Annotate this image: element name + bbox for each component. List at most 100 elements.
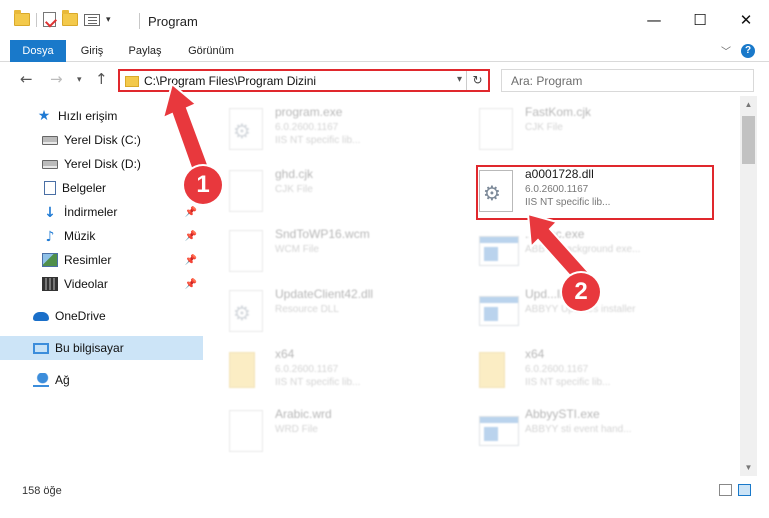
pin-icon[interactable]: 📌 [185,207,197,218]
folder-icon [125,76,139,87]
exe-window-icon [479,416,519,446]
videos-icon [42,277,58,291]
minimize-button[interactable]: — [631,0,677,40]
this-pc-icon [33,342,49,354]
sidebar-item-music[interactable]: ♪ Müzik 📌 [0,224,203,248]
folder-icon [229,352,255,388]
scrollbar-thumb[interactable] [742,116,755,164]
file-name: x64 [275,347,295,361]
window-title: Program [148,14,198,29]
refresh-icon[interactable]: ↻ [466,71,488,90]
target-file-highlight [476,165,714,220]
list-item[interactable]: Arabic.wrd WRD File [207,404,467,462]
view-toggles [719,484,751,496]
sidebar-item-onedrive[interactable]: OneDrive [0,304,203,328]
list-item[interactable]: SndToWP16.wcm WCM File [207,224,467,282]
sidebar-item-label: Belgeler [62,181,107,195]
up-arrow-icon[interactable]: ↑ [95,70,108,88]
sidebar-item-videos[interactable]: Videolar 📌 [0,272,203,296]
sidebar-item-label: Ağ [55,373,70,387]
list-item[interactable]: ghd.cjk CJK File [207,164,467,222]
expand-ribbon-chevron-icon[interactable]: ﹀ [721,43,731,58]
list-item[interactable]: program.exe 6.0.2600.1167 IIS NT specifi… [207,102,467,160]
exe-window-icon [479,296,519,326]
file-detail: 6.0.2600.1167 [275,122,339,133]
sidebar-item-documents[interactable]: Belgeler 📌 [0,176,203,200]
back-arrow-icon[interactable]: ← [20,70,33,88]
status-bar: 158 öğe [0,476,769,506]
pin-icon[interactable]: 📌 [185,231,197,242]
sidebar-item-label: Videolar [64,277,108,291]
ribbon-controls: ﹀ ? [721,43,755,58]
file-list: program.exe 6.0.2600.1167 IIS NT specifi… [207,96,739,476]
blank-file-icon [229,410,263,452]
close-button[interactable]: ✕ [723,0,769,40]
new-folder-icon[interactable] [62,10,78,26]
callout-step-2: 2 [562,273,600,311]
file-detail: ABBYY sti event hand... [525,424,632,435]
sidebar-item-network[interactable]: Ağ [0,368,203,392]
sidebar-item-label: OneDrive [55,309,106,323]
gear-file-icon [229,290,263,332]
pin-icon[interactable]: 📌 [185,255,197,266]
exe-window-icon [479,236,519,266]
navigation-pane: ★ Hızlı erişim Yerel Disk (C:) Yerel Dis… [0,96,206,476]
file-detail: CJK File [275,184,313,195]
view-options-icon[interactable] [84,13,100,26]
maximize-button[interactable]: ☐ [677,0,723,40]
address-bar[interactable]: C:\Program Files\Program Dizini ▾ ↻ [118,69,490,92]
sidebar-item-label: Yerel Disk (D:) [64,157,141,171]
blank-file-icon [229,230,263,272]
file-name: Arabic.wrd [275,407,332,421]
scroll-down-icon[interactable]: ▼ [740,459,757,476]
disk-icon [42,159,58,169]
scroll-up-icon[interactable]: ▲ [740,96,757,113]
item-count: 158 öğe [22,485,62,497]
divider [139,13,140,29]
sidebar-item-local-disk-d[interactable]: Yerel Disk (D:) [0,152,203,176]
help-icon[interactable]: ? [741,43,755,58]
tab-view[interactable]: Görünüm [180,40,242,62]
forward-arrow-icon[interactable]: → [50,70,63,88]
vertical-scrollbar[interactable]: ▲ ▼ [740,96,757,476]
sidebar-item-downloads[interactable]: ↓ İndirmeler 📌 [0,200,203,224]
sidebar-item-label: Hızlı erişim [58,109,118,123]
quick-access-toolbar: ▾ [14,10,111,27]
file-detail: Resource DLL [275,304,339,315]
sidebar-item-quick-access[interactable]: ★ Hızlı erişim [0,104,203,128]
tiles-view-icon[interactable] [738,484,751,496]
tab-file[interactable]: Dosya [10,40,66,62]
folder-icon [479,352,505,388]
sidebar-item-this-pc[interactable]: Bu bilgisayar [0,336,203,360]
sidebar-item-pictures[interactable]: Resimler 📌 [0,248,203,272]
tab-share[interactable]: Paylaş [122,40,168,62]
sidebar-item-label: Resimler [64,253,112,267]
file-name: program.exe [275,105,343,119]
recent-locations-chevron-icon[interactable]: ▾ [77,75,82,85]
address-history-chevron-icon[interactable]: ▾ [457,74,462,85]
ribbon-tabs: Dosya Giriş Paylaş Görünüm ﹀ ? [0,40,769,62]
search-input[interactable]: Ara: Program [501,69,754,92]
network-icon [33,373,49,387]
file-name: SndToWP16.wcm [275,227,370,241]
sidebar-item-local-disk-c[interactable]: Yerel Disk (C:) [0,128,203,152]
gear-file-icon [229,108,263,150]
title-bar: ▾ Program — ☐ ✕ [0,0,769,40]
list-item[interactable]: AbbyySTI.exe ABBYY sti event hand... [457,404,717,462]
properties-icon[interactable] [43,12,56,27]
onedrive-icon [33,311,49,321]
list-item[interactable]: x64 6.0.2600.1167 IIS NT specific lib... [207,344,467,402]
file-detail: WCM File [275,244,319,255]
details-view-icon[interactable] [719,484,732,496]
list-item[interactable]: x64 6.0.2600.1167 IIS NT specific lib... [457,344,717,402]
list-item[interactable]: UpdateClient42.dll Resource DLL [207,284,467,342]
file-name: ghd.cjk [275,167,314,181]
sidebar-item-label: Bu bilgisayar [55,341,124,355]
customize-toolbar-chevron-icon[interactable]: ▾ [106,14,111,25]
pin-icon[interactable]: 📌 [185,279,197,290]
divider [36,12,37,27]
documents-icon [44,181,56,195]
address-path[interactable]: C:\Program Files\Program Dizini [144,74,316,88]
tab-home[interactable]: Giriş [72,40,112,62]
list-item[interactable]: FastKom.cjk CJK File [457,102,717,160]
